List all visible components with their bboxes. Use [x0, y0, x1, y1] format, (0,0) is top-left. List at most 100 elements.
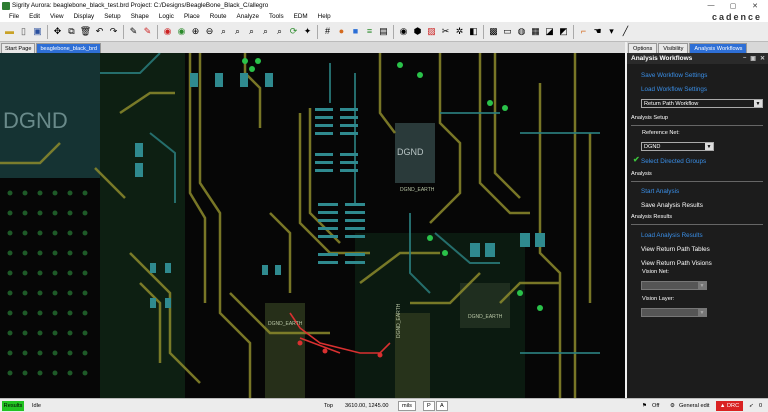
- units-indicator[interactable]: mils: [398, 401, 416, 411]
- zoom-prev-icon[interactable]: ⌕: [231, 25, 244, 39]
- vision-layer-select[interactable]: ▼: [641, 308, 707, 317]
- menu-place[interactable]: Place: [179, 13, 205, 20]
- zoom-window-icon[interactable]: ⌕: [245, 25, 258, 39]
- chevron-down-icon: ▼: [754, 100, 762, 107]
- view-icon[interactable]: ◉: [397, 25, 410, 39]
- reference-net-label: Reference Net:: [642, 130, 680, 136]
- redo-icon[interactable]: ↷: [107, 25, 120, 39]
- copy-icon[interactable]: ⧉: [65, 25, 78, 39]
- analyze-icon[interactable]: ▩: [487, 25, 500, 39]
- menu-route[interactable]: Route: [205, 13, 232, 20]
- toolbar-divider: [573, 24, 574, 39]
- results-button[interactable]: Results: [2, 401, 24, 411]
- color-icon[interactable]: ●: [335, 25, 348, 39]
- select-directed-groups-link[interactable]: Select Directed Groups: [641, 158, 706, 165]
- bend-icon[interactable]: ⌐: [577, 25, 590, 39]
- minimize-button[interactable]: —: [700, 0, 722, 11]
- pen-icon[interactable]: ╱: [619, 25, 632, 39]
- stop-icon[interactable]: ◉: [175, 25, 188, 39]
- load-workflow-link[interactable]: Load Workflow Settings: [641, 86, 707, 93]
- settings-icon[interactable]: ✲: [453, 25, 466, 39]
- close-button[interactable]: ✕: [744, 0, 766, 11]
- dropdown-icon[interactable]: ▾: [605, 25, 618, 39]
- 3d-view-icon[interactable]: ⬢: [411, 25, 424, 39]
- panel-minimize-icon[interactable]: –: [743, 55, 746, 62]
- menu-edit[interactable]: Edit: [24, 13, 45, 20]
- panel-close-icon[interactable]: ✕: [760, 55, 765, 62]
- filter-icon[interactable]: ⚑: [642, 403, 647, 409]
- net-label-dgnd-large: DGND: [3, 108, 68, 133]
- shadow-icon[interactable]: ▤: [377, 25, 390, 39]
- load-analysis-results-link[interactable]: Load Analysis Results: [641, 232, 703, 239]
- zoom-world-icon[interactable]: ⌕: [259, 25, 272, 39]
- menu-edm[interactable]: EDM: [289, 13, 313, 20]
- zoom-center-icon[interactable]: ⌕: [273, 25, 286, 39]
- text-icon[interactable]: ▦: [529, 25, 542, 39]
- toolbar-divider: [123, 24, 124, 39]
- zoom-in-icon[interactable]: ⊕: [189, 25, 202, 39]
- reference-net-value: DGND: [644, 143, 661, 150]
- p-button[interactable]: P: [423, 401, 435, 411]
- vision-layer-label: Vision Layer:: [642, 296, 675, 302]
- a-button[interactable]: A: [436, 401, 448, 411]
- pcb-canvas[interactable]: DGND DGND DGND_EARTH DGND_EARTH DGND_EAR…: [0, 53, 625, 398]
- panel-float-icon[interactable]: ▣: [750, 55, 756, 62]
- pin-icon[interactable]: ✎: [127, 25, 140, 39]
- view-return-path-tables-link[interactable]: View Return Path Tables: [641, 246, 710, 253]
- tab-board-file[interactable]: beaglebone_black_brd: [36, 43, 102, 53]
- reference-net-select[interactable]: DGND ▼: [641, 142, 714, 151]
- menu-help[interactable]: Help: [313, 13, 336, 20]
- hand-icon[interactable]: ☚: [591, 25, 604, 39]
- report-icon[interactable]: ▭: [501, 25, 514, 39]
- toolbar-divider: [393, 24, 394, 39]
- snapshot-icon[interactable]: ◩: [557, 25, 570, 39]
- menu-file[interactable]: File: [4, 13, 24, 20]
- menu-tools[interactable]: Tools: [264, 13, 289, 20]
- move-icon[interactable]: ✥: [51, 25, 64, 39]
- menu-view[interactable]: View: [45, 13, 69, 20]
- menu-analyze[interactable]: Analyze: [232, 13, 264, 20]
- check-icon[interactable]: ◪: [543, 25, 556, 39]
- save-icon[interactable]: ▣: [31, 25, 44, 39]
- panel-header-controls: – ▣ ✕: [743, 55, 768, 62]
- unpin-icon[interactable]: ✎: [141, 25, 154, 39]
- workflow-select[interactable]: Return Path Workflow ▼: [641, 99, 763, 108]
- drc-label: DRC: [726, 403, 740, 409]
- redraw-icon[interactable]: ✦: [301, 25, 314, 39]
- refresh-icon[interactable]: ⟳: [287, 25, 300, 39]
- undo-icon[interactable]: ↶: [93, 25, 106, 39]
- menu-shape[interactable]: Shape: [126, 13, 154, 20]
- record-icon[interactable]: ◉: [161, 25, 174, 39]
- warning-icon: ▲: [719, 403, 727, 409]
- delete-icon[interactable]: 🗑: [79, 25, 92, 39]
- panel-title: Analysis Workflows: [631, 55, 693, 62]
- start-analysis-link[interactable]: Start Analysis: [641, 188, 679, 195]
- net-highlight-icon[interactable]: ▨: [425, 25, 438, 39]
- zoom-out-icon[interactable]: ⊖: [203, 25, 216, 39]
- tab-start-page[interactable]: Start Page: [1, 43, 36, 53]
- folder-open-icon[interactable]: ▬: [3, 25, 16, 39]
- vision-net-select[interactable]: ▼: [641, 281, 707, 290]
- stack-icon[interactable]: ≡: [363, 25, 376, 39]
- save-workflow-link[interactable]: Save Workflow Settings: [641, 72, 707, 79]
- capture-icon[interactable]: ◧: [467, 25, 480, 39]
- view-return-path-visions-link[interactable]: View Return Path Visions: [641, 260, 712, 267]
- save-analysis-results-link[interactable]: Save Analysis Results: [641, 202, 703, 209]
- section-divider: [631, 224, 763, 225]
- new-file-icon[interactable]: ▯: [17, 25, 30, 39]
- grid-icon[interactable]: #: [321, 25, 334, 39]
- zoom-fit-icon[interactable]: ⌕: [217, 25, 230, 39]
- tab-options[interactable]: Options: [628, 43, 658, 53]
- select-icon[interactable]: ✂: [439, 25, 452, 39]
- menu-setup[interactable]: Setup: [99, 13, 125, 20]
- tab-visibility[interactable]: Visibility: [658, 43, 689, 53]
- analysis-workflows-panel: Analysis Workflows – ▣ ✕ Save Workflow S…: [627, 53, 768, 398]
- drc-indicator[interactable]: ▲ DRC: [716, 401, 743, 411]
- menu-display[interactable]: Display: [69, 13, 100, 20]
- maximize-button[interactable]: ▢: [722, 0, 744, 11]
- menu-logic[interactable]: Logic: [154, 13, 179, 20]
- layer-icon[interactable]: ■: [349, 25, 362, 39]
- tab-analysis-workflows[interactable]: Analysis Workflows: [689, 43, 748, 53]
- pointer-icon: ➶: [749, 403, 754, 409]
- route-icon[interactable]: ◍: [515, 25, 528, 39]
